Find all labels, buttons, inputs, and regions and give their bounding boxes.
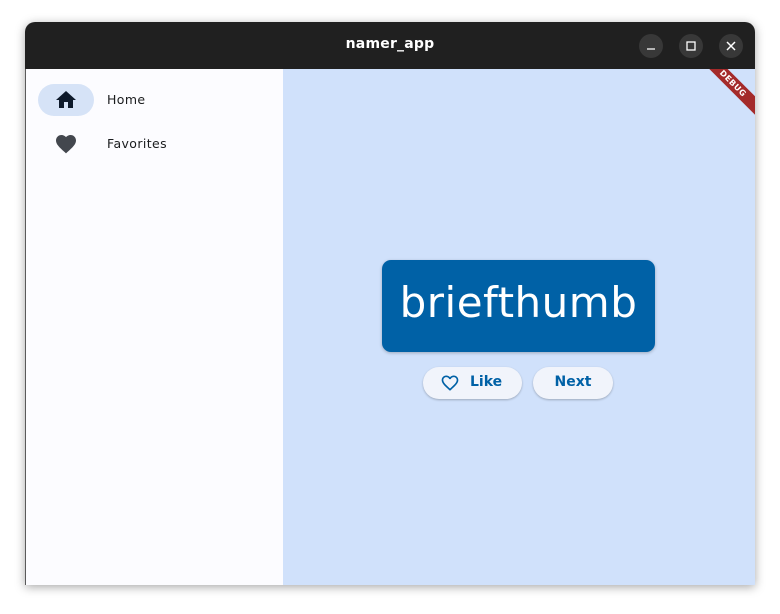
nav-item-home[interactable]: Home <box>38 84 278 116</box>
close-button[interactable] <box>719 34 743 58</box>
next-button-label: Next <box>554 374 592 390</box>
debug-banner: DEBUG <box>693 69 755 124</box>
minimize-button[interactable] <box>639 34 663 58</box>
app-content: Home Favorites briefthumb Like Next DEBU… <box>25 69 755 585</box>
app-window: namer_app Home Favorites briefthumb Like… <box>25 22 755 585</box>
home-icon <box>56 91 76 108</box>
like-button-label: Like <box>470 374 503 390</box>
title-bar[interactable]: namer_app <box>25 22 755 69</box>
heart-icon <box>56 135 76 154</box>
heart-outline-icon <box>441 375 459 391</box>
close-icon <box>726 41 736 51</box>
next-button[interactable]: Next <box>533 367 613 399</box>
nav-item-label: Favorites <box>107 136 168 151</box>
main-panel: briefthumb Like Next DEBUG <box>283 69 755 585</box>
word-pair-card: briefthumb <box>382 260 655 352</box>
like-button[interactable]: Like <box>423 367 522 399</box>
nav-item-label: Home <box>107 92 146 107</box>
minimize-icon <box>647 48 655 50</box>
word-pair-text: briefthumb <box>399 278 638 327</box>
nav-item-favorites[interactable]: Favorites <box>38 128 278 160</box>
navigation-rail: Home Favorites <box>26 69 283 585</box>
maximize-button[interactable] <box>679 34 703 58</box>
maximize-icon <box>686 41 696 51</box>
